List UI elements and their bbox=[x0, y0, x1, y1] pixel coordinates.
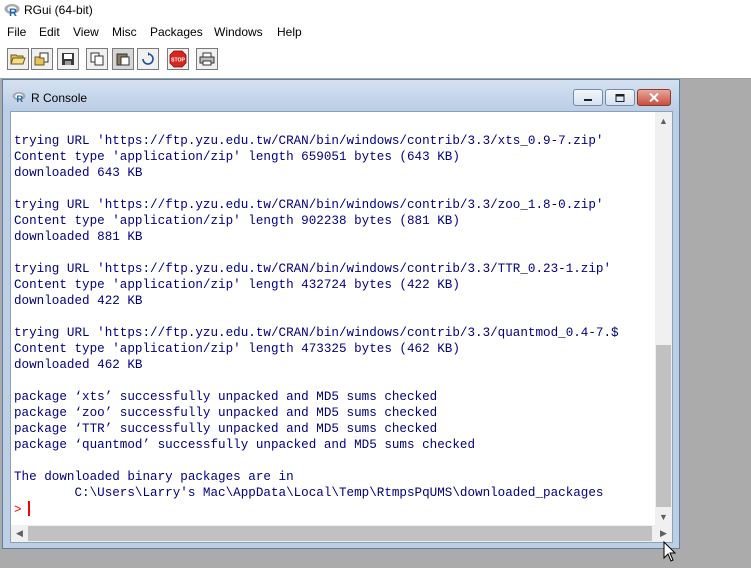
console-titlebar[interactable]: R R Console bbox=[3, 80, 679, 110]
console-line: C:\Users\Larry's Mac\AppData\Local\Temp\… bbox=[14, 486, 604, 500]
menu-packages[interactable]: Packages bbox=[150, 25, 203, 39]
console-line: downloaded 643 KB bbox=[14, 166, 143, 180]
prompt-symbol: > bbox=[14, 503, 22, 517]
console-line: Content type 'application/zip' length 43… bbox=[14, 278, 460, 292]
console-line: trying URL 'https://ftp.yzu.edu.tw/CRAN/… bbox=[14, 262, 612, 276]
save-workspace-button[interactable] bbox=[57, 48, 79, 70]
horizontal-scroll-thumb[interactable] bbox=[28, 526, 652, 541]
save-workspace-icon bbox=[62, 53, 74, 65]
open-script-icon bbox=[10, 54, 26, 65]
copy-paste-button[interactable] bbox=[137, 48, 159, 70]
scroll-left-arrow[interactable]: ◀ bbox=[11, 525, 28, 542]
vertical-scroll-thumb[interactable] bbox=[656, 345, 671, 507]
console-title: R Console bbox=[31, 91, 88, 105]
stop-icon: STOP bbox=[169, 50, 187, 68]
console-line: trying URL 'https://ftp.yzu.edu.tw/CRAN/… bbox=[14, 326, 619, 340]
console-line: trying URL 'https://ftp.yzu.edu.tw/CRAN/… bbox=[14, 134, 604, 148]
menu-windows[interactable]: Windows bbox=[214, 25, 263, 39]
console-line: downloaded 422 KB bbox=[14, 294, 143, 308]
menu-bar: File Edit View Misc Packages Windows Hel… bbox=[0, 22, 751, 45]
menu-file[interactable]: File bbox=[7, 25, 26, 39]
console-window: R R Console trying URL 'https://ftp.yzu.… bbox=[2, 79, 680, 549]
print-button[interactable] bbox=[196, 48, 218, 70]
minimize-icon bbox=[584, 98, 592, 101]
menu-edit[interactable]: Edit bbox=[39, 25, 60, 39]
app-titlebar: R RGui (64-bit) bbox=[0, 0, 751, 22]
close-icon bbox=[649, 93, 659, 102]
console-line: Content type 'application/zip' length 65… bbox=[14, 150, 460, 164]
text-caret bbox=[27, 501, 30, 516]
maximize-button[interactable] bbox=[605, 89, 635, 106]
print-icon bbox=[199, 52, 215, 66]
console-output-text: trying URL 'https://ftp.yzu.edu.tw/CRAN/… bbox=[14, 133, 654, 501]
console-line: package ‘xts’ successfully unpacked and … bbox=[14, 390, 438, 404]
load-workspace-button[interactable] bbox=[31, 48, 53, 70]
maximize-icon bbox=[615, 93, 625, 102]
console-prompt[interactable]: > bbox=[14, 501, 30, 517]
svg-text:R: R bbox=[16, 93, 23, 103]
menu-view[interactable]: View bbox=[73, 25, 99, 39]
console-line: package ‘TTR’ successfully unpacked and … bbox=[14, 422, 438, 436]
console-line: trying URL 'https://ftp.yzu.edu.tw/CRAN/… bbox=[14, 198, 604, 212]
console-line: Content type 'application/zip' length 90… bbox=[14, 214, 460, 228]
r-logo-icon: R bbox=[4, 3, 20, 22]
console-line: package ‘zoo’ successfully unpacked and … bbox=[14, 406, 438, 420]
copy-button[interactable] bbox=[86, 48, 108, 70]
console-line: downloaded 881 KB bbox=[14, 230, 143, 244]
console-line: downloaded 462 KB bbox=[14, 358, 143, 372]
load-workspace-icon bbox=[34, 52, 49, 66]
stop-button[interactable]: STOP bbox=[167, 48, 189, 70]
vertical-scrollbar[interactable]: ▲ ▼ bbox=[655, 112, 672, 525]
minimize-button[interactable] bbox=[573, 89, 603, 106]
paste-button[interactable] bbox=[112, 48, 134, 70]
toolbar: STOP bbox=[0, 44, 751, 79]
copy-paste-icon bbox=[142, 52, 154, 65]
mdi-workspace: R R Console trying URL 'https://ftp.yzu.… bbox=[0, 79, 751, 568]
open-script-button[interactable] bbox=[7, 48, 29, 70]
scroll-up-arrow[interactable]: ▲ bbox=[655, 112, 672, 129]
horizontal-scrollbar[interactable]: ◀ ▶ bbox=[11, 525, 672, 542]
scroll-down-arrow[interactable]: ▼ bbox=[655, 508, 672, 525]
close-button[interactable] bbox=[637, 89, 671, 106]
svg-text:STOP: STOP bbox=[171, 57, 186, 63]
menu-help[interactable]: Help bbox=[277, 25, 302, 39]
menu-misc[interactable]: Misc bbox=[112, 25, 137, 39]
copy-icon bbox=[90, 52, 104, 66]
paste-icon bbox=[116, 53, 130, 66]
console-line: The downloaded binary packages are in bbox=[14, 470, 294, 484]
app-title: RGui (64-bit) bbox=[24, 3, 93, 17]
scroll-right-arrow[interactable]: ▶ bbox=[655, 525, 672, 542]
svg-text:R: R bbox=[9, 7, 17, 17]
r-logo-icon: R bbox=[12, 90, 26, 108]
console-line: package ‘quantmod’ successfully unpacked… bbox=[14, 438, 476, 452]
mouse-cursor-icon bbox=[663, 541, 677, 562]
console-output-area[interactable]: trying URL 'https://ftp.yzu.edu.tw/CRAN/… bbox=[10, 111, 673, 543]
console-line: Content type 'application/zip' length 47… bbox=[14, 342, 460, 356]
